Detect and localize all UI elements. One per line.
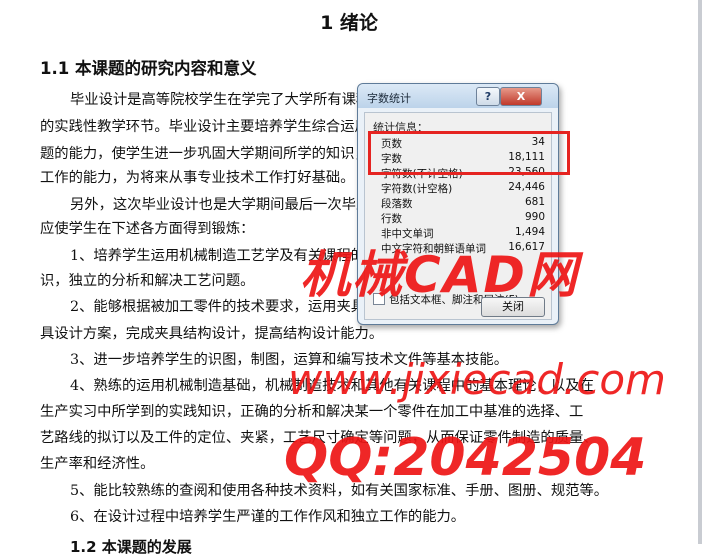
body-line: 生产率和经济性。 xyxy=(40,456,155,472)
body-line: 识，独立的分析和解决工艺问题。 xyxy=(40,273,255,289)
watermark-url: www.jixiecad.com xyxy=(288,355,666,404)
dialog-title: 字数统计 xyxy=(367,92,411,105)
stat-label: 段落数 xyxy=(381,198,413,210)
section-title: 1.1 本课题的研究内容和意义 xyxy=(40,59,257,78)
help-button[interactable]: ? xyxy=(476,87,500,106)
body-line: 工作的能力，为将来从事专业技术工作打好基础。 xyxy=(40,170,355,186)
stat-value: 990 xyxy=(524,211,545,223)
chapter-title: 1 绪论 xyxy=(320,12,378,34)
watermark-qq: QQ:2042504 xyxy=(284,428,647,488)
stat-label: 行数 xyxy=(381,213,402,225)
stat-row-paragraphs: 段落数 681 xyxy=(381,196,545,210)
highlight-box xyxy=(368,131,570,175)
body-line: 6、在设计过程中培养学生严谨的工作作风和独立工作的能力。 xyxy=(70,509,466,525)
close-icon[interactable]: X xyxy=(500,87,542,106)
cutoff-heading: 1.2 本课题的发展 xyxy=(70,538,192,556)
stat-value: 681 xyxy=(524,196,545,208)
stat-label: 字符数(计空格) xyxy=(381,183,453,195)
body-line: 具设计方案，完成夹具结构设计，提高结构设计能力。 xyxy=(40,326,384,342)
dialog-titlebar[interactable]: 字数统计 ? X xyxy=(358,84,558,108)
body-line: 生产实习中所学到的实践知识，正确的分析和解决某一个零件在加工中基准的选择、工 xyxy=(40,404,584,420)
stat-row-chars-spaces: 字符数(计空格) 24,446 xyxy=(381,181,545,195)
watermark-site-name: 机械CAD网 xyxy=(300,246,579,304)
stat-value: 24,446 xyxy=(508,181,545,193)
page-edge-divider xyxy=(698,0,702,544)
body-line: 应使学生在下述各方面得到锻炼： xyxy=(40,221,255,237)
stat-row-lines: 行数 990 xyxy=(381,211,545,225)
